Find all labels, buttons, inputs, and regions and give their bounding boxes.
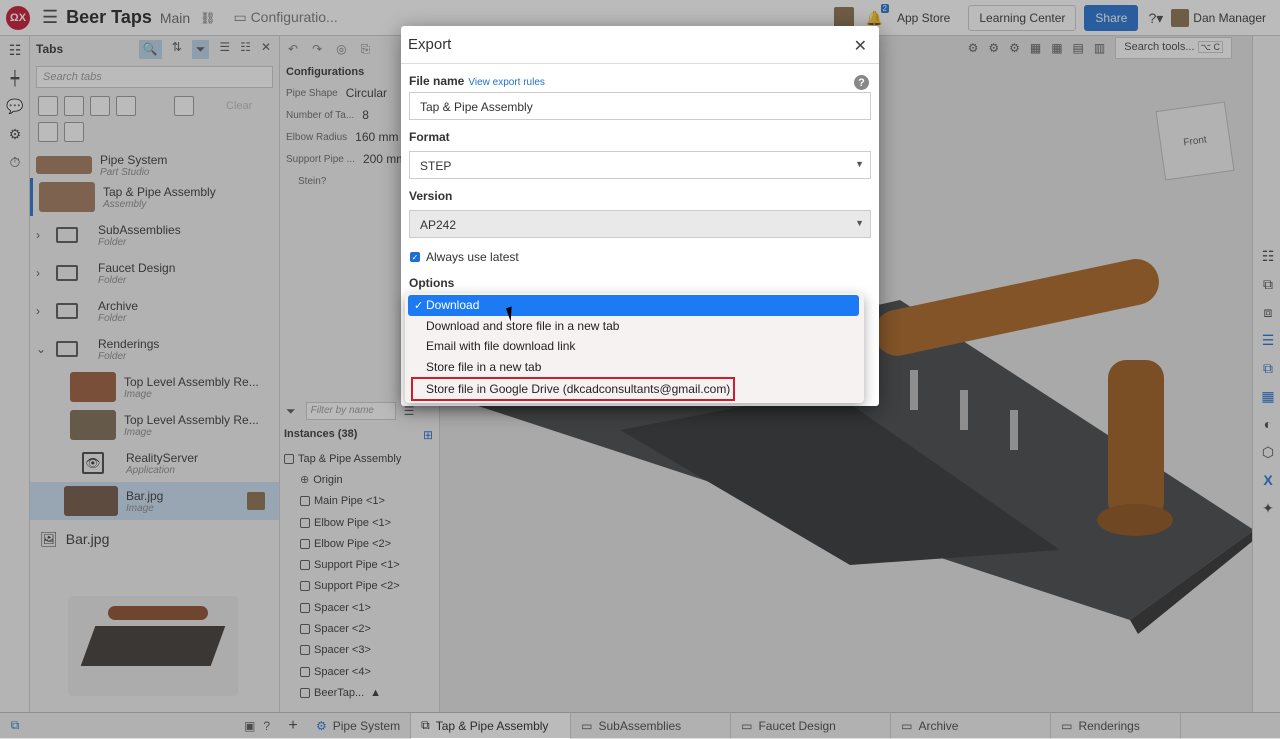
option-email-link[interactable]: Email with file download link [405, 336, 864, 357]
checkmark-icon: ✓ [414, 299, 424, 312]
always-use-latest-checkbox[interactable]: ✓ [410, 252, 420, 262]
version-select-value: AP242 [420, 218, 457, 232]
version-label: Version [409, 189, 453, 203]
file-name-label: File name [409, 74, 465, 88]
option-label: Email with file download link [426, 339, 576, 354]
always-use-latest-row[interactable]: ✓ Always use latest [401, 250, 879, 264]
option-store-google-drive[interactable]: Store file in Google Drive (dkcadconsult… [411, 377, 735, 401]
option-label: Download [426, 298, 480, 313]
options-label: Options [409, 276, 455, 290]
always-use-latest-label: Always use latest [426, 250, 519, 264]
version-select[interactable]: AP242 ▼ [409, 210, 871, 238]
option-store-new-tab[interactable]: Store file in a new tab [405, 357, 864, 378]
chevron-down-icon: ▼ [855, 218, 864, 228]
option-download-and-store[interactable]: Download and store file in a new tab [405, 316, 864, 337]
dialog-title: Export [408, 36, 452, 53]
option-label: Store file in a new tab [426, 359, 542, 374]
help-icon[interactable]: ? [854, 75, 869, 90]
view-export-rules-link[interactable]: View export rules [468, 77, 545, 88]
format-select-value: STEP [420, 159, 452, 173]
dialog-header: Export ✕ [401, 26, 879, 64]
file-name-label-row: File name View export rules [401, 74, 879, 88]
format-label: Format [409, 130, 450, 144]
options-dropdown-menu: ✓ Download Download and store file in a n… [405, 293, 864, 403]
file-name-input[interactable]: Tap & Pipe Assembly [409, 92, 871, 120]
close-icon[interactable]: ✕ [854, 36, 867, 56]
option-label: Store file in Google Drive (dkcadconsult… [426, 382, 731, 396]
option-download[interactable]: ✓ Download [408, 295, 859, 316]
option-label: Download and store file in a new tab [426, 318, 620, 333]
format-select[interactable]: STEP ▼ [409, 151, 871, 179]
chevron-down-icon: ▼ [855, 159, 864, 169]
